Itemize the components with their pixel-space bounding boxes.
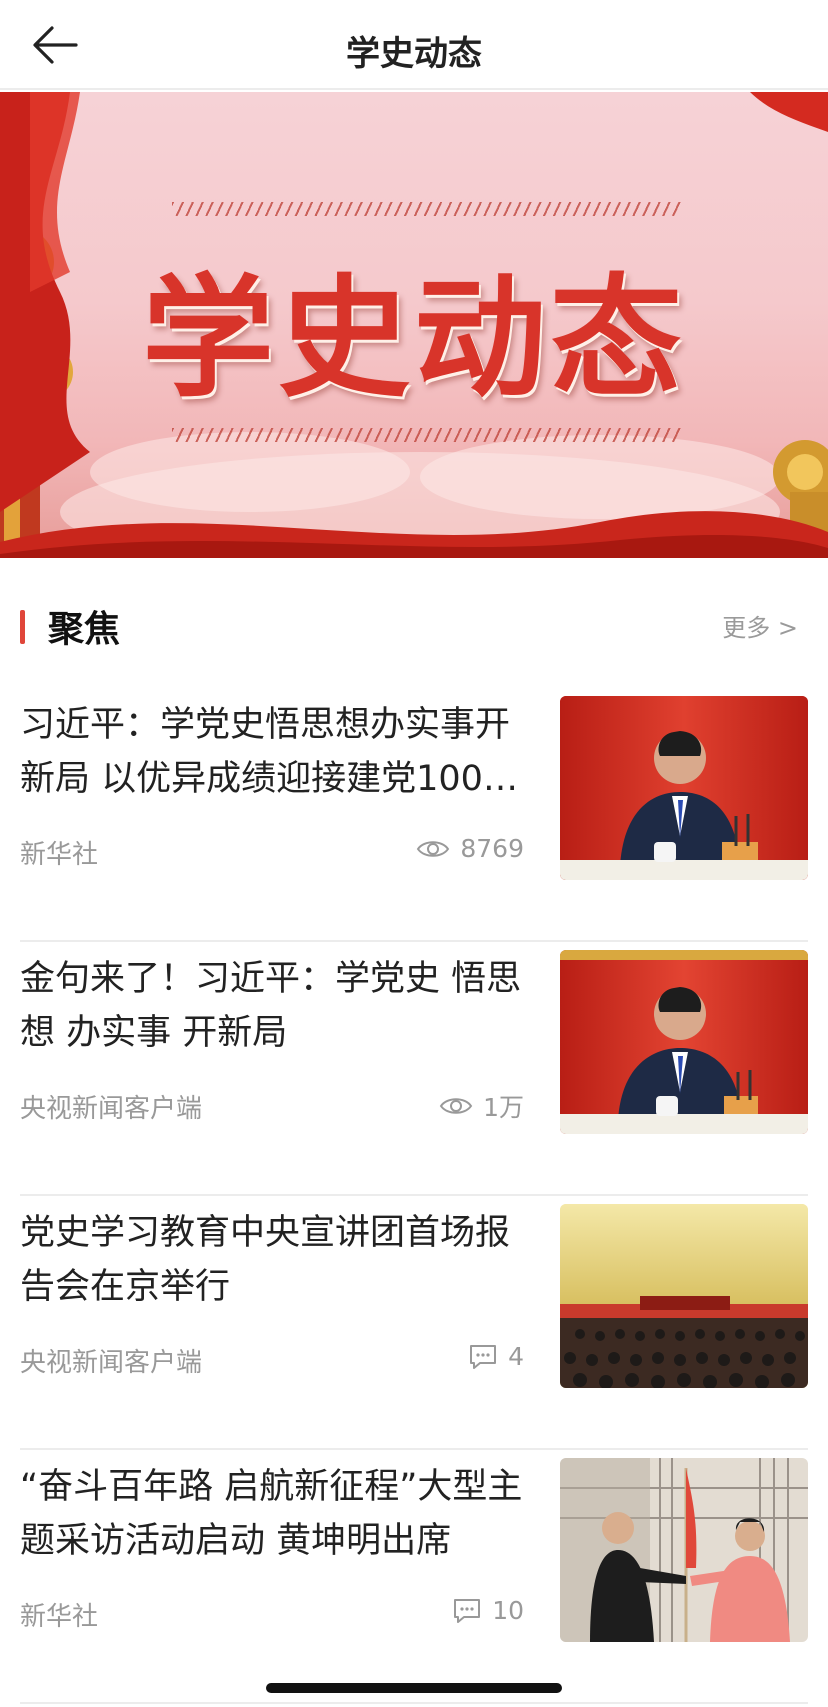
news-comment-count: 10 — [452, 1596, 524, 1625]
section-accent-bar — [20, 610, 25, 644]
eye-icon — [439, 1098, 473, 1114]
comment-icon — [454, 1598, 481, 1623]
news-item[interactable]: “奋斗百年路 启航新征程”大型主题采访活动启动 黄坤明出席 新华社 10 — [20, 1452, 808, 1704]
comment-icon — [470, 1344, 497, 1369]
news-thumbnail[interactable] — [560, 696, 808, 880]
news-source: 新华社 — [20, 1602, 99, 1632]
banner-title: 学史动态 — [142, 261, 686, 416]
news-title: “奋斗百年路 启航新征程”大型主题采访活动启动 黄坤明出席 — [20, 1467, 523, 1561]
news-thumbnail[interactable] — [560, 1204, 808, 1388]
banner-image[interactable]: 学史动态 — [0, 92, 828, 558]
home-indicator — [266, 1683, 562, 1693]
news-item[interactable]: 习近平：学党史悟思想办实事开新局 以优异成绩迎接建党100周年 新华社 8769 — [20, 690, 808, 942]
view-count-value: 1万 — [483, 1093, 524, 1122]
news-source: 央视新闻客户端 — [20, 1348, 203, 1378]
eye-icon — [417, 840, 450, 857]
comment-count-value: 10 — [492, 1596, 524, 1625]
banner-divider-bottom — [172, 428, 682, 442]
news-title: 金句来了！习近平：学党史 悟思想 办实事 开新局 — [20, 959, 522, 1053]
news-thumbnail[interactable] — [560, 1458, 808, 1642]
news-item[interactable]: 党史学习教育中央宣讲团首场报告会在京举行 央视新闻客户端 4 — [20, 1198, 808, 1450]
section-title: 聚焦 — [48, 609, 121, 650]
comment-count-value: 4 — [508, 1342, 524, 1371]
news-comment-count: 4 — [468, 1342, 524, 1371]
news-title: 党史学习教育中央宣讲团首场报告会在京举行 — [20, 1213, 511, 1307]
news-thumbnail[interactable] — [560, 950, 808, 1134]
banner-divider-top — [172, 202, 682, 216]
news-source: 央视新闻客户端 — [20, 1094, 203, 1124]
section-header: 聚焦 更多 > — [0, 590, 828, 650]
top-navigation-bar: 学史动态 — [0, 0, 828, 90]
page-title: 学史动态 — [346, 34, 482, 74]
news-source: 新华社 — [20, 840, 99, 870]
news-item[interactable]: 金句来了！习近平：学党史 悟思想 办实事 开新局 央视新闻客户端 1万 — [20, 944, 808, 1196]
news-view-count: 8769 — [416, 834, 524, 863]
view-count-value: 8769 — [460, 834, 524, 863]
news-view-count: 1万 — [439, 1088, 524, 1124]
more-link[interactable]: 更多 > — [722, 608, 798, 643]
news-title: 习近平：学党史悟思想办实事开新局 以优异成绩迎接建党100周年 — [20, 705, 518, 799]
